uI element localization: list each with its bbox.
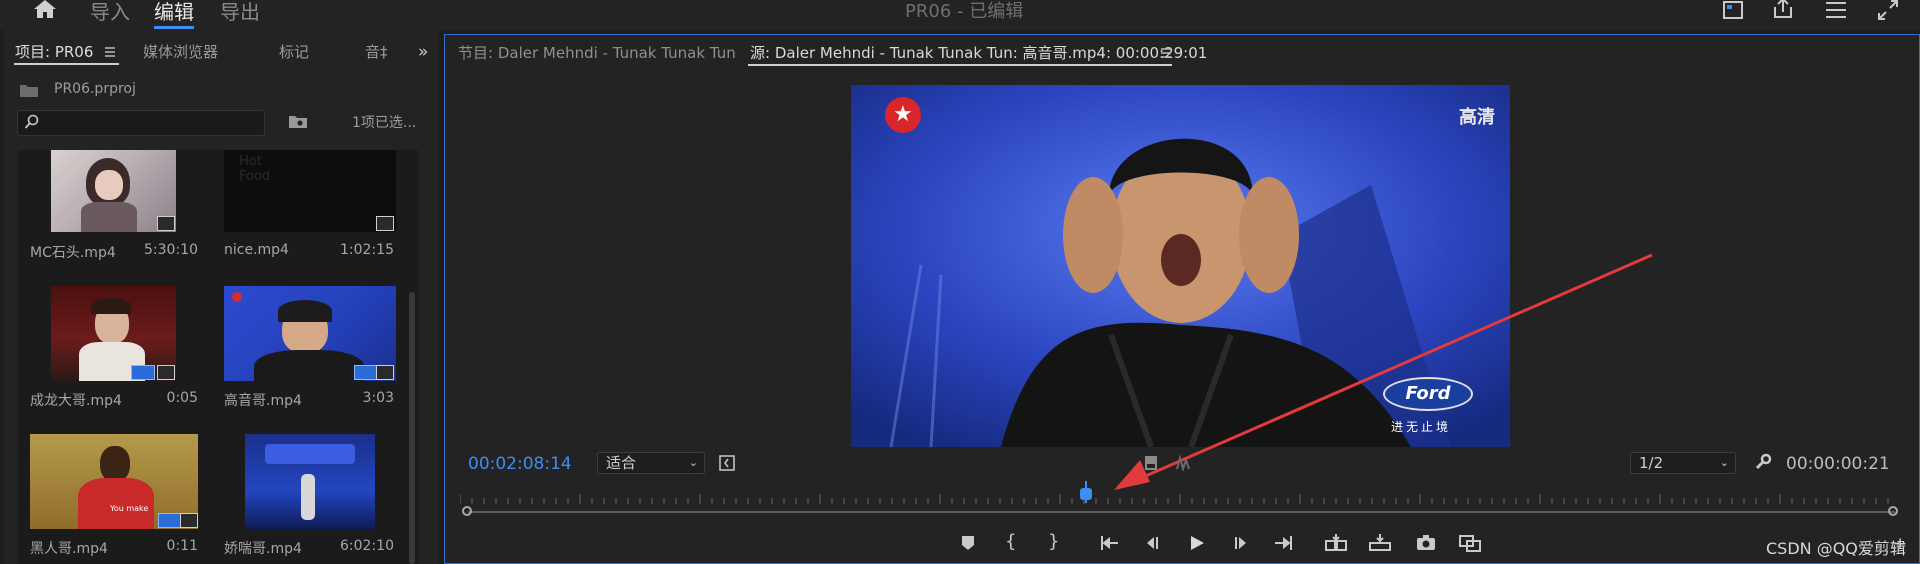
more-tabs-chevron-icon[interactable]: »	[418, 42, 428, 62]
mark-out-icon[interactable]: }	[1048, 531, 1059, 552]
clip-name: 高音哥.mp4	[224, 393, 302, 409]
audio-badge-icon	[131, 365, 155, 380]
tab-project-underline	[14, 63, 119, 65]
clip-name: 娇喘哥.mp4	[224, 541, 302, 557]
clip-name: 黑人哥.mp4	[30, 541, 108, 557]
video-badge-icon	[157, 216, 175, 231]
video-badge-icon	[180, 513, 198, 528]
tab-markers[interactable]: 标记	[279, 41, 309, 62]
new-bin-icon[interactable]	[288, 113, 308, 129]
clip-thumbnail-nice[interactable]: Hot Food	[224, 150, 396, 232]
clip-duration: 3:03	[362, 390, 394, 406]
current-timecode[interactable]: 00:02:08:14	[468, 454, 572, 474]
go-to-out-icon[interactable]	[1273, 534, 1293, 552]
tab-source-underline	[748, 64, 1172, 66]
resolution-dropdown-value: 1/2	[1639, 454, 1664, 472]
tab-media-browser[interactable]: 媒体浏览器	[143, 41, 218, 62]
audio-badge-icon	[158, 513, 182, 528]
step-forward-icon[interactable]	[1232, 534, 1250, 552]
clip-duration: 6:02:10	[340, 538, 394, 554]
panel-menu-icon[interactable]	[104, 47, 116, 57]
go-to-in-icon[interactable]	[1100, 534, 1120, 552]
window-title: PR06 - 已编辑	[905, 1, 1024, 22]
thumbnail-caption: You make	[110, 504, 149, 513]
export-frame-icon[interactable]	[1416, 534, 1436, 552]
settings-wrench-icon[interactable]	[1754, 453, 1772, 471]
nav-edit[interactable]: 编辑	[154, 0, 194, 25]
home-icon[interactable]	[32, 0, 58, 20]
selection-status: 1项已选...	[352, 115, 417, 131]
clip-name: nice.mp4	[224, 242, 289, 258]
in-handle-icon[interactable]	[462, 506, 472, 516]
channel-logo-icon: ★	[885, 97, 921, 133]
tab-audio[interactable]: 音‡	[365, 41, 393, 62]
quick-export-icon[interactable]	[1722, 0, 1744, 20]
clip-name: 成龙大哥.mp4	[30, 393, 122, 409]
clip-thumbnail-jiaochuan[interactable]	[245, 434, 375, 529]
panel-menu-icon[interactable]	[1160, 48, 1172, 58]
tab-source[interactable]: 源: Daler Mehndi - Tunak Tunak Tun: 高音哥.m…	[750, 42, 1207, 63]
thumbnail-overlay-text: Hot Food	[239, 154, 271, 184]
share-icon[interactable]	[1772, 0, 1794, 20]
insert-icon[interactable]	[1325, 534, 1347, 552]
play-icon[interactable]	[1188, 534, 1206, 552]
fit-dropdown[interactable]: 适合 ⌄	[597, 452, 705, 474]
drag-video-icon[interactable]	[1143, 455, 1159, 471]
nav-export[interactable]: 导出	[220, 0, 260, 25]
overwrite-icon[interactable]	[1369, 534, 1391, 552]
mark-in-icon[interactable]: {	[1005, 531, 1016, 552]
workspace-menu-icon[interactable]	[1824, 0, 1848, 20]
add-marker-icon[interactable]	[960, 534, 976, 552]
hd-label: 高清	[1459, 107, 1495, 128]
fit-dropdown-value: 适合	[606, 454, 637, 472]
video-badge-icon	[376, 216, 394, 231]
clip-duration: 0:11	[166, 538, 198, 554]
audio-badge-icon	[354, 365, 378, 380]
watermark: CSDN @QQ爱剪辑	[1766, 539, 1906, 558]
chevron-down-icon: ⌄	[1719, 456, 1729, 469]
search-input[interactable]	[17, 110, 265, 136]
nav-edit-underline	[154, 26, 194, 29]
scrub-track[interactable]	[468, 511, 1895, 513]
clip-name: MC石头.mp4	[30, 245, 116, 261]
drag-audio-icon[interactable]	[1175, 455, 1193, 471]
tab-program[interactable]: 节目: Daler Mehndi - Tunak Tunak Tun	[458, 42, 736, 63]
button-editor-icon[interactable]	[1459, 534, 1481, 552]
project-file-name: PR06.prproj	[54, 81, 136, 97]
project-scrollbar[interactable]	[409, 292, 415, 564]
folder-icon	[19, 82, 39, 98]
search-icon	[24, 114, 40, 130]
clip-duration: 0:05	[166, 390, 198, 406]
playhead-icon[interactable]	[1078, 480, 1094, 504]
clip-grid: Hot Food MC石头.mp4 5:30:10 nice.mp4 1:02:…	[18, 150, 418, 564]
out-handle-icon[interactable]	[1888, 506, 1898, 516]
time-ruler[interactable]	[460, 494, 1896, 504]
step-back-icon[interactable]	[1143, 534, 1161, 552]
nav-import[interactable]: 导入	[90, 0, 130, 25]
chevron-down-icon: ⌄	[688, 456, 698, 469]
video-badge-icon	[376, 365, 394, 380]
fullscreen-icon[interactable]	[1876, 0, 1900, 21]
clip-duration: 5:30:10	[144, 242, 198, 258]
tab-project[interactable]: 项目: PR06	[15, 41, 93, 62]
safe-margins-icon[interactable]	[719, 455, 735, 471]
resolution-dropdown[interactable]: 1/2 ⌄	[1630, 452, 1736, 474]
duration-timecode: 00:00:00:21	[1786, 454, 1890, 474]
video-badge-icon	[157, 365, 175, 380]
clip-duration: 1:02:15	[340, 242, 394, 258]
